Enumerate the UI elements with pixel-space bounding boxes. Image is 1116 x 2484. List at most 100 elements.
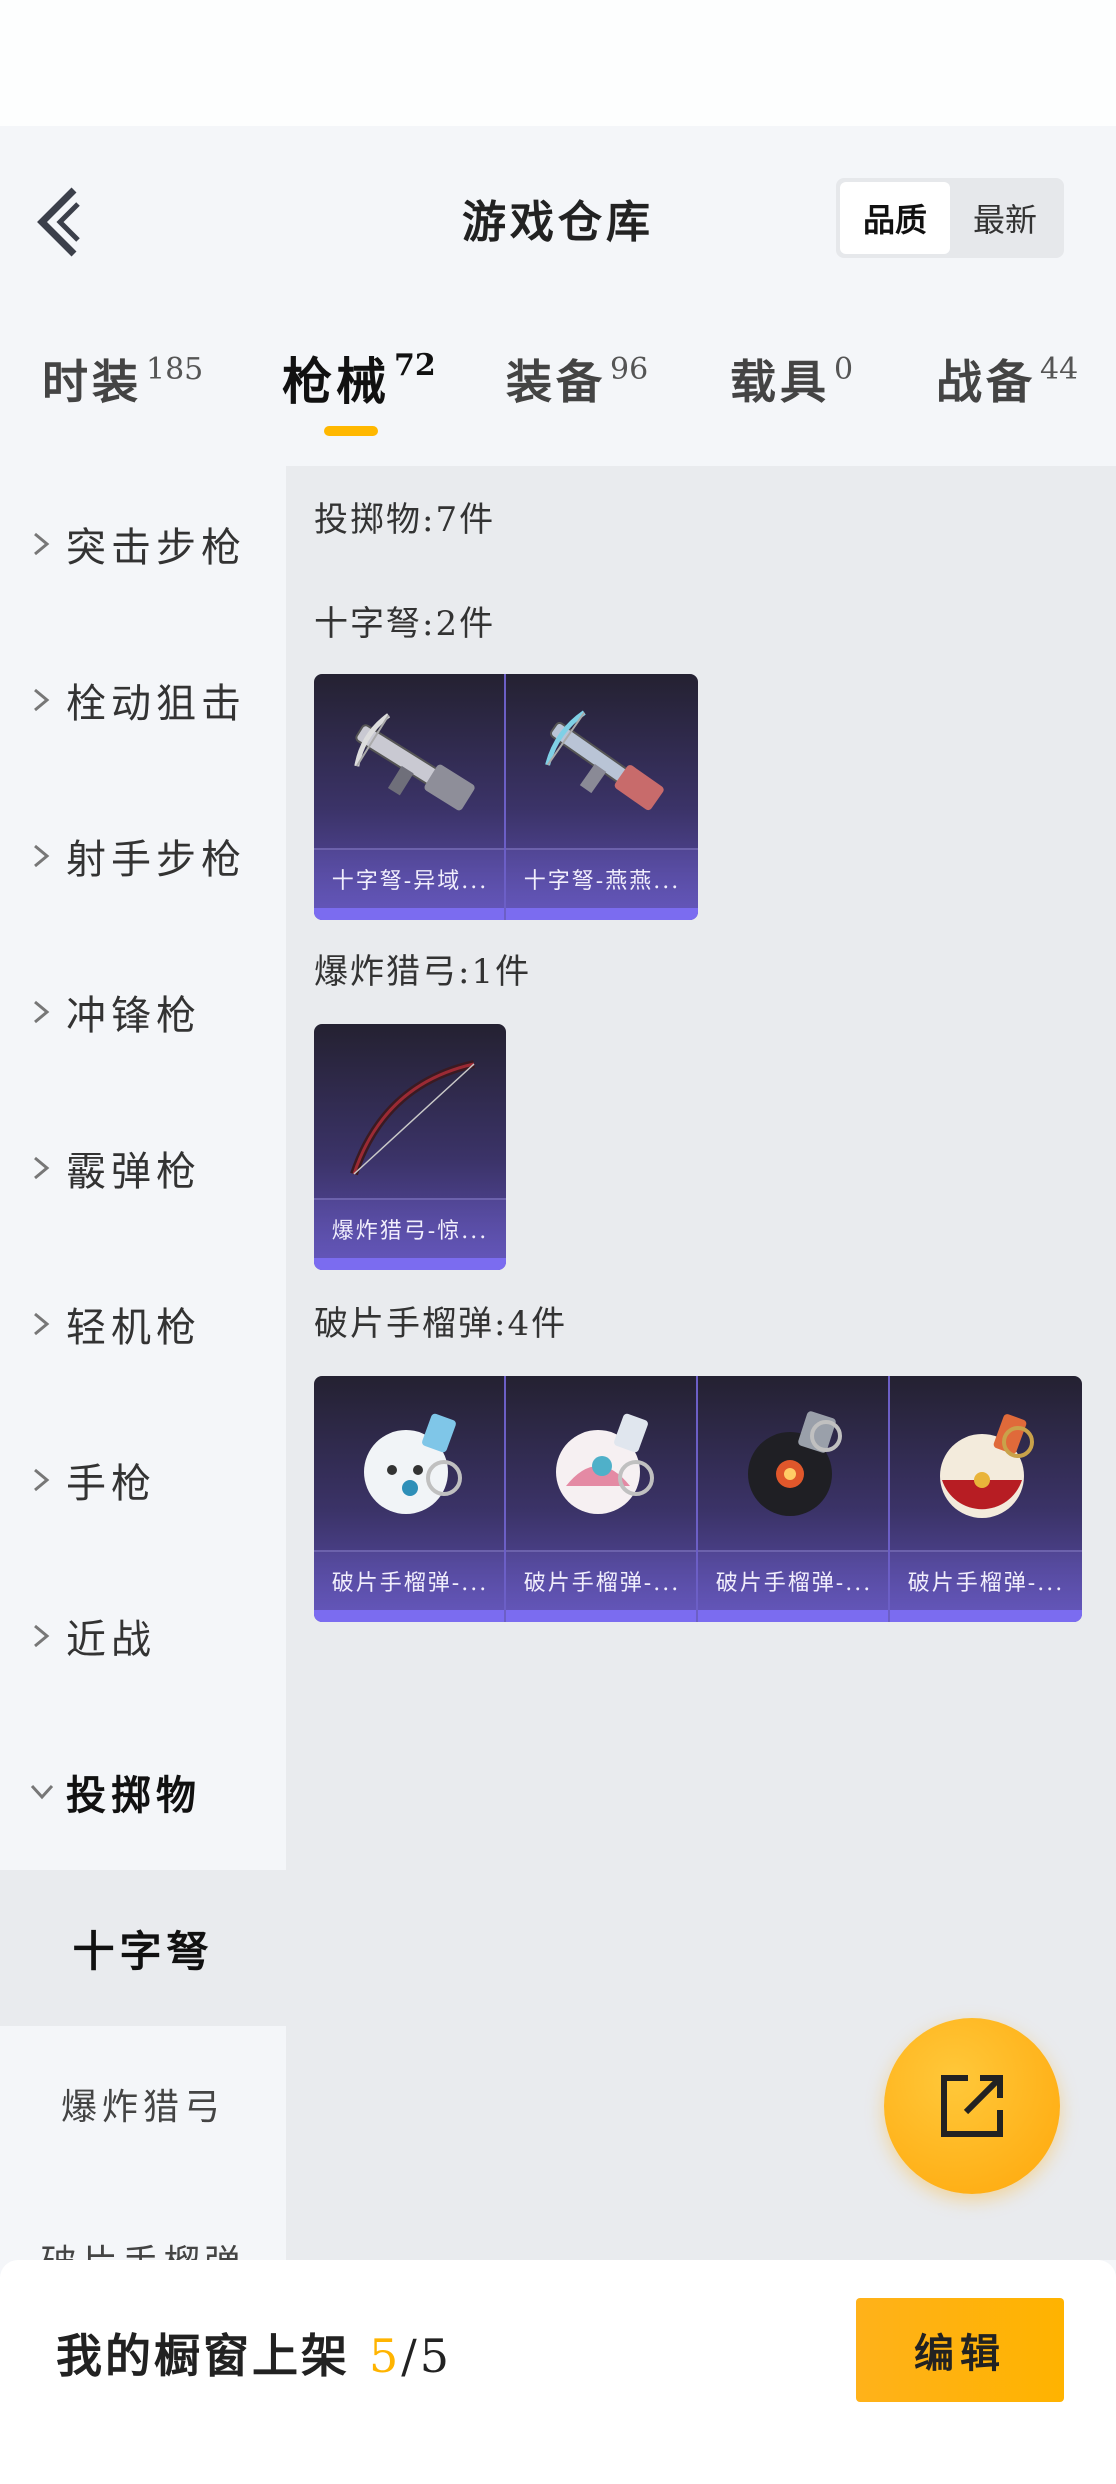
sidebar-item[interactable]: 栓动狙击 bbox=[0, 622, 286, 778]
content-area: 投掷物:7件 十字弩:2件 十字弩-异域... 十字弩-燕燕... 爆炸猎弓:1… bbox=[286, 466, 1116, 2260]
sidebar-item[interactable]: 投掷物 bbox=[0, 1714, 286, 1870]
sidebar-item-label: 射手步枪 bbox=[66, 837, 246, 883]
chevron-right-icon bbox=[22, 1148, 62, 1188]
tab-count: 44 bbox=[1040, 352, 1079, 387]
item-card[interactable]: 破片手榴弹-... bbox=[890, 1376, 1082, 1622]
grenade-gold-icon bbox=[940, 1414, 1034, 1518]
chevron-right-icon bbox=[22, 524, 62, 564]
sidebar-subitem[interactable]: 十字弩 bbox=[0, 1870, 286, 2026]
tab-label: 时装 bbox=[42, 355, 142, 409]
tab-firearms[interactable]: 枪械 72 bbox=[282, 342, 436, 414]
tab-equipment[interactable]: 装备 96 bbox=[506, 346, 648, 412]
item-name: 爆炸猎弓-惊... bbox=[314, 1198, 506, 1258]
rarity-bar bbox=[506, 908, 698, 920]
item-card[interactable]: 爆炸猎弓-惊... bbox=[314, 1024, 506, 1270]
bow-icon bbox=[350, 1060, 475, 1176]
item-grid-crossbow: 十字弩-异域... 十字弩-燕燕... bbox=[314, 674, 698, 920]
tab-label: 枪械 bbox=[282, 352, 390, 411]
chevron-right-icon bbox=[22, 1304, 62, 1344]
bottom-bar: 我的橱窗上架 5/5 编辑 bbox=[0, 2260, 1116, 2484]
sidebar-subitem-label: 破片手榴弹 bbox=[40, 2234, 245, 2260]
category-tabs: 时装 185 枪械 72 装备 96 载具 0 战备 44 bbox=[0, 298, 1116, 466]
sidebar-item[interactable]: 突击步枪 bbox=[0, 466, 286, 622]
sidebar-subitem[interactable]: 爆炸猎弓 bbox=[0, 2026, 286, 2182]
chevron-right-icon bbox=[22, 680, 62, 720]
grenade-white-icon bbox=[364, 1413, 462, 1514]
tab-label: 战备 bbox=[936, 355, 1036, 409]
tab-vehicles[interactable]: 载具 0 bbox=[730, 346, 853, 412]
tab-fashion[interactable]: 时装 185 bbox=[42, 346, 203, 412]
sidebar-item-label: 冲锋枪 bbox=[66, 993, 201, 1039]
rarity-bar bbox=[314, 908, 504, 920]
item-card[interactable]: 破片手榴弹-... bbox=[506, 1376, 698, 1622]
item-name: 十字弩-异域... bbox=[314, 848, 504, 908]
sort-option-quality[interactable]: 品质 bbox=[840, 182, 950, 254]
sidebar-subitem-label: 十字弩 bbox=[72, 1926, 214, 1976]
sidebar-subitem[interactable]: 破片手榴弹 bbox=[0, 2182, 286, 2260]
item-name: 破片手榴弹-... bbox=[506, 1550, 696, 1610]
sidebar-item[interactable]: 射手步枪 bbox=[0, 778, 286, 934]
sort-option-newest[interactable]: 最新 bbox=[950, 182, 1060, 254]
rarity-bar bbox=[506, 1610, 696, 1622]
grenade-black-icon bbox=[748, 1411, 842, 1516]
item-name: 破片手榴弹-... bbox=[890, 1550, 1082, 1610]
showcase-label: 我的橱窗上架 bbox=[56, 2329, 350, 2383]
share-button[interactable] bbox=[884, 2018, 1060, 2194]
chevron-right-icon bbox=[22, 1460, 62, 1500]
item-grid-grenade: 破片手榴弹-... 破片手榴弹-... 破片手榴弹-... 破片手榴弹-... bbox=[314, 1376, 1082, 1622]
showcase-total: 5 bbox=[419, 2329, 453, 2383]
sidebar-item[interactable]: 手枪 bbox=[0, 1402, 286, 1558]
sidebar-item-label: 栓动狙击 bbox=[66, 681, 246, 727]
tab-count: 72 bbox=[394, 348, 436, 383]
share-icon bbox=[941, 2075, 1003, 2137]
sidebar-item[interactable]: 霰弹枪 bbox=[0, 1090, 286, 1246]
crossbow-icon bbox=[354, 713, 475, 811]
sidebar-item[interactable]: 轻机枪 bbox=[0, 1246, 286, 1402]
sidebar-item-label: 近战 bbox=[66, 1617, 156, 1663]
active-tab-indicator bbox=[324, 426, 378, 436]
grenade-pink-icon bbox=[556, 1413, 654, 1514]
section-label-hunting-bow: 爆炸猎弓:1件 bbox=[314, 952, 532, 992]
sidebar-item[interactable]: 近战 bbox=[0, 1558, 286, 1714]
edit-button[interactable]: 编辑 bbox=[856, 2298, 1064, 2402]
item-name: 十字弩-燕燕... bbox=[506, 848, 698, 908]
rarity-bar bbox=[314, 1258, 506, 1270]
status-bar bbox=[0, 0, 1116, 126]
summary-label: 投掷物:7件 bbox=[314, 500, 496, 540]
rarity-bar bbox=[314, 1610, 504, 1622]
showcase-current: 5 bbox=[369, 2329, 402, 2383]
sidebar-item-label: 突击步枪 bbox=[66, 525, 246, 571]
chevron-right-icon bbox=[22, 836, 62, 876]
item-card[interactable]: 破片手榴弹-... bbox=[698, 1376, 890, 1622]
sort-toggle: 品质 最新 bbox=[836, 178, 1064, 258]
chevron-down-icon bbox=[22, 1772, 62, 1812]
sidebar-item-label: 手枪 bbox=[66, 1461, 156, 1507]
tab-label: 载具 bbox=[730, 355, 830, 409]
sidebar-subitem-label: 爆炸猎弓 bbox=[60, 2087, 225, 2128]
chevron-right-icon bbox=[22, 992, 62, 1032]
section-label-grenade: 破片手榴弹:4件 bbox=[314, 1304, 568, 1344]
tab-count: 185 bbox=[146, 352, 204, 387]
sidebar: 突击步枪栓动狙击射手步枪冲锋枪霰弹枪轻机枪手枪近战投掷物十字弩爆炸猎弓破片手榴弹 bbox=[0, 466, 286, 2260]
sidebar-item-label: 投掷物 bbox=[66, 1772, 201, 1819]
item-card[interactable]: 十字弩-燕燕... bbox=[506, 674, 698, 920]
item-grid-hunting-bow: 爆炸猎弓-惊... bbox=[314, 1024, 506, 1270]
tab-label: 装备 bbox=[506, 355, 606, 409]
chevron-right-icon bbox=[22, 1616, 62, 1656]
rarity-bar bbox=[890, 1610, 1082, 1622]
sidebar-item-label: 霰弹枪 bbox=[66, 1149, 201, 1195]
rarity-bar bbox=[698, 1610, 888, 1622]
showcase-status: 我的橱窗上架 5/5 bbox=[56, 2320, 452, 2386]
item-card[interactable]: 十字弩-异域... bbox=[314, 674, 506, 920]
item-card[interactable]: 破片手榴弹-... bbox=[314, 1376, 506, 1622]
tab-tactical[interactable]: 战备 44 bbox=[936, 346, 1078, 412]
sidebar-item[interactable]: 冲锋枪 bbox=[0, 934, 286, 1090]
header: 游戏仓库 品质 最新 bbox=[0, 126, 1116, 298]
section-label-crossbow: 十字弩:2件 bbox=[314, 604, 496, 644]
showcase-separator: / bbox=[401, 2329, 420, 2383]
sidebar-item-label: 轻机枪 bbox=[66, 1305, 201, 1351]
item-name: 破片手榴弹-... bbox=[698, 1550, 888, 1610]
tab-count: 0 bbox=[834, 352, 854, 387]
crossbow-icon bbox=[545, 710, 664, 811]
tab-count: 96 bbox=[610, 352, 649, 387]
